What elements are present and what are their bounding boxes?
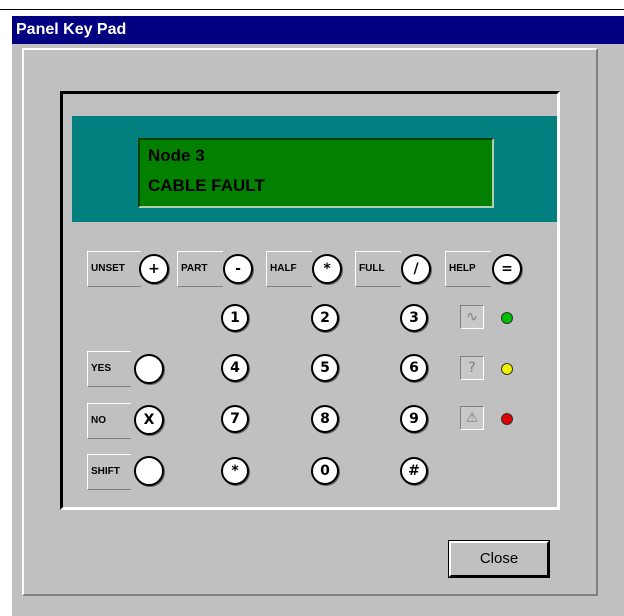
equals-key[interactable]: = [492, 254, 522, 284]
display-line-2: CABLE FAULT [148, 176, 265, 195]
key-star[interactable]: * [221, 457, 249, 485]
key-7[interactable]: 7 [221, 405, 249, 433]
minus-key[interactable]: - [223, 254, 253, 284]
yellow-led [501, 363, 513, 375]
close-button[interactable]: Close [448, 540, 550, 578]
full-tag: FULL [355, 251, 411, 287]
no-tag: NO [87, 403, 141, 439]
sine-wave-icon: ∿ [460, 305, 484, 329]
window-title: Panel Key Pad [12, 16, 624, 44]
key-9[interactable]: 9 [400, 405, 428, 433]
key-hash[interactable]: # [400, 457, 428, 485]
no-key[interactable]: X [134, 405, 164, 435]
help-tag: HELP [445, 251, 501, 287]
key-1[interactable]: 1 [221, 304, 249, 332]
unset-tag: UNSET [87, 251, 151, 287]
shift-tag: SHIFT [87, 454, 141, 490]
plus-key[interactable]: + [139, 254, 169, 284]
warning-icon: ⚠ [460, 406, 484, 430]
key-4[interactable]: 4 [221, 354, 249, 382]
key-2[interactable]: 2 [311, 304, 339, 332]
yes-key[interactable] [134, 354, 164, 384]
slash-key[interactable]: / [401, 254, 431, 284]
asterisk-key[interactable]: * [312, 254, 342, 284]
red-led [501, 413, 513, 425]
key-6[interactable]: 6 [400, 354, 428, 382]
top-border-line [0, 9, 624, 10]
question-icon: ? [460, 356, 484, 380]
lcd-display: Node 3 CABLE FAULT [138, 138, 494, 208]
part-tag: PART [177, 251, 233, 287]
key-0[interactable]: 0 [311, 457, 339, 485]
display-line-1: Node 3 [148, 146, 205, 165]
green-led [501, 312, 513, 324]
yes-tag: YES [87, 351, 141, 387]
key-3[interactable]: 3 [400, 304, 428, 332]
key-8[interactable]: 8 [311, 405, 339, 433]
shift-key[interactable] [134, 456, 164, 486]
half-tag: HALF [266, 251, 322, 287]
key-5[interactable]: 5 [311, 354, 339, 382]
